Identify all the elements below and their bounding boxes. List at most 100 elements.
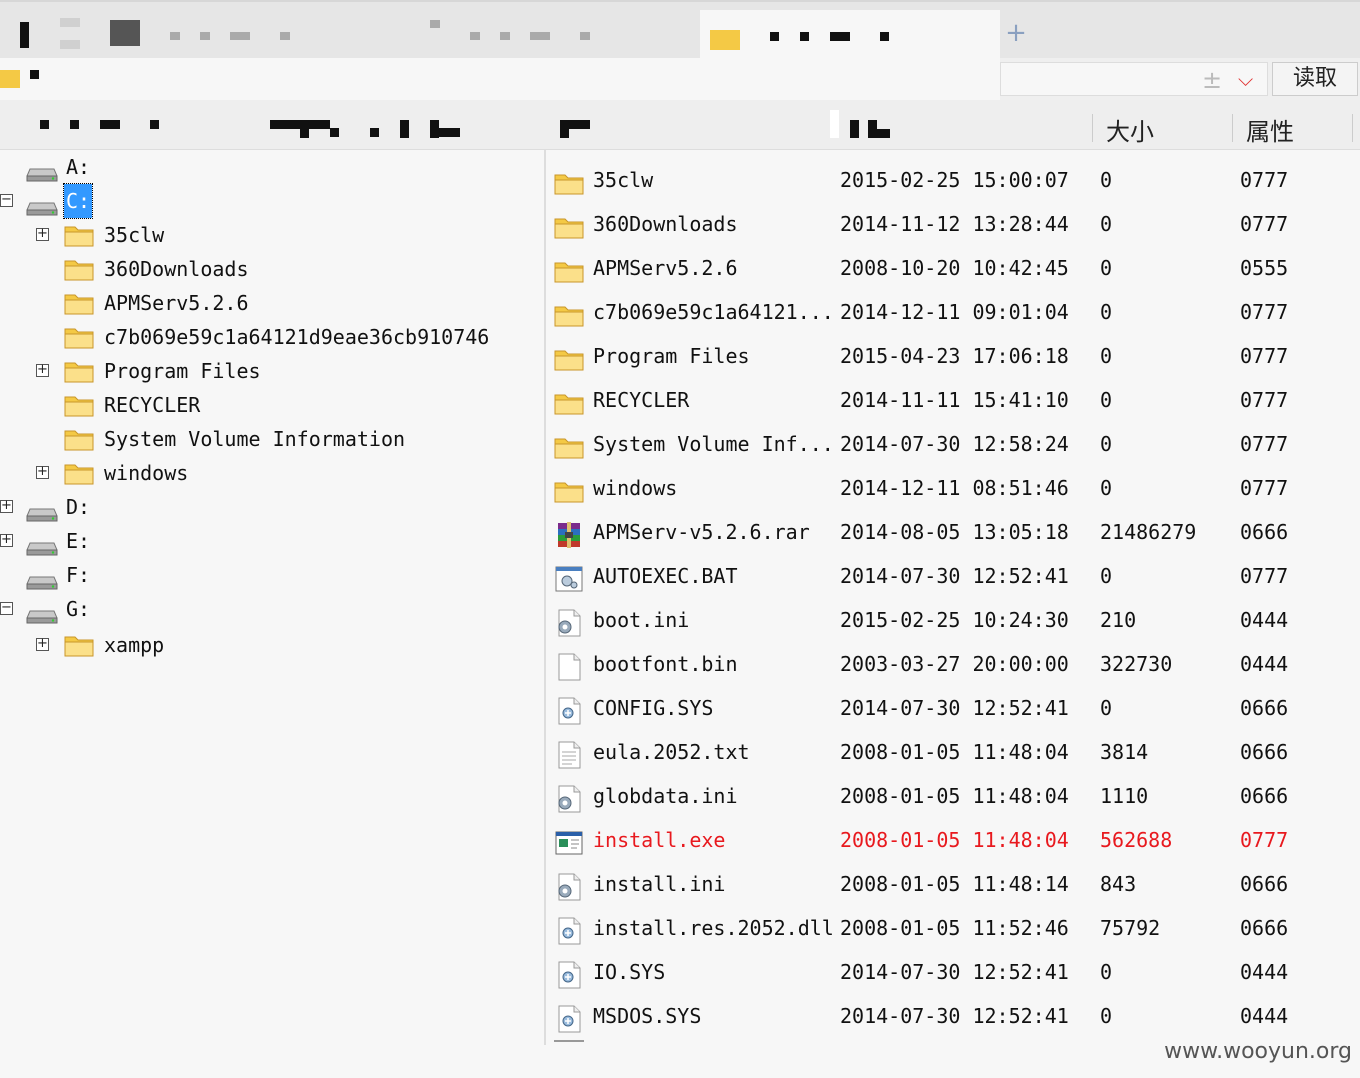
tab-bar: + [0,0,1360,60]
folder-icon [64,223,94,247]
tree-item[interactable]: + E: [0,524,544,558]
file-row[interactable]: Program Files 2015-04-23 17:06:18 0 0777 [546,330,1360,374]
tree-item[interactable]: +35clw [0,218,544,252]
file-row[interactable]: install.ini 2008-01-05 11:48:14 843 0666 [546,858,1360,902]
column-header-size[interactable]: 大小 [1106,112,1154,147]
tree-item-label: F: [66,563,91,587]
tree-item[interactable]: + Program Files [0,354,544,388]
address-input[interactable] [1000,62,1268,96]
expand-icon[interactable]: + [36,227,49,241]
expand-icon[interactable]: + [36,637,49,651]
tree-item[interactable]: + xampp [0,628,544,662]
expand-icon[interactable]: + [0,533,13,547]
file-size: 0 [1100,1004,1113,1028]
file-row[interactable]: RECYCLER 2014-11-11 15:41:10 0 0777 [546,374,1360,418]
file-row[interactable]: globdata.ini 2008-01-05 11:48:04 1110 0666 [546,770,1360,814]
tree-item[interactable]: APMServ5.2.6 [0,286,544,320]
folder-icon [64,257,94,281]
tree-item-label: System Volume Information [104,427,406,451]
tree-item[interactable]: System Volume Information [0,422,544,456]
path-bar[interactable] [0,58,1000,100]
system-file-icon [554,693,584,725]
column-header-date[interactable] [830,110,890,138]
tab-2[interactable] [420,10,700,60]
tree-item-label: A: [66,155,91,179]
file-row-partial[interactable] [554,1040,584,1045]
expand-icon[interactable]: + [0,499,13,513]
drive-icon [26,567,58,590]
tree-item[interactable]: F: [0,558,544,592]
file-row[interactable]: bootfont.bin 2003-03-27 20:00:00 322730 044… [546,638,1360,682]
new-tab-button[interactable]: + [1005,20,1027,46]
drive-icon [26,533,58,556]
column-header-name[interactable] [560,120,590,138]
tree-item-label: 35clw [104,223,165,247]
address-row: ± ⌵ [0,58,1360,100]
read-button[interactable]: 读取 [1272,62,1358,96]
drive-icon [26,499,58,522]
file-row[interactable]: eula.2052.txt 2008-01-05 11:48:04 3814 0666 [546,726,1360,770]
folder-icon [64,359,94,383]
system-file-icon [554,1001,584,1033]
folder-icon [554,429,584,459]
file-row[interactable]: install.res.2052.dll 2008-01-05 11:52:46 7… [546,902,1360,946]
folder-icon [554,165,584,195]
folder-icon [554,473,584,503]
file-row[interactable]: boot.ini 2015-02-25 10:24:30 210 0444 [546,594,1360,638]
tab-1[interactable] [0,10,420,60]
tree-item[interactable]: + windows [0,456,544,490]
expand-icon[interactable]: + [36,465,49,479]
tree-item-label: xampp [104,633,165,657]
file-row[interactable]: MSDOS.SYS 2014-07-30 12:52:41 0 0444 [546,990,1360,1034]
settings-file-icon [554,781,584,813]
file-row[interactable]: AUTOEXEC.BAT 2014-07-30 12:52:41 0 0777 [546,550,1360,594]
tree-item-label: APMServ5.2.6 [104,291,249,315]
file-row[interactable]: install.exe 2008-01-05 11:48:04 562688 0777 [546,814,1360,858]
tree-item[interactable]: A: [0,150,544,184]
batch-file-icon [554,561,584,592]
system-file-icon [554,957,584,989]
file-date: 2014-07-30 12:52:41 [840,1004,1069,1028]
column-header: 大小 属性 [0,100,1360,150]
tree-item[interactable]: + D: [0,490,544,524]
file-row[interactable]: IO.SYS 2014-07-30 12:52:41 0 0444 [546,946,1360,990]
collapse-icon[interactable]: − [0,193,13,207]
tab-active[interactable] [700,10,1000,60]
expand-icon[interactable]: + [36,363,49,377]
folder-icon [64,633,94,657]
tree-item[interactable]: − C: [0,183,544,219]
tree-item-label: Program Files [104,359,261,383]
rar-archive-icon [554,517,584,548]
system-file-icon [554,913,584,945]
file-row[interactable]: CONFIG.SYS 2014-07-30 12:52:41 0 0666 [546,682,1360,726]
tree-item[interactable]: 360Downloads [0,252,544,286]
file-row[interactable]: windows 2014-12-11 08:51:46 0 0777 [546,462,1360,506]
drive-icon [26,159,58,182]
settings-file-icon [554,869,584,901]
file-attr: 0444 [1240,1004,1289,1028]
folder-icon [554,385,584,415]
tree-item[interactable]: − G: [0,592,544,626]
file-row[interactable]: c7b069e59c1a64121... 2014-12-11 09:01:04 0… [546,286,1360,330]
executable-icon [554,825,584,855]
chevron-down-icon[interactable]: ⌵ [1238,67,1253,91]
file-row[interactable]: 360Downloads 2014-11-12 13:28:44 0 0777 [546,198,1360,242]
tree-item-label: D: [66,495,91,519]
settings-file-icon [554,605,584,637]
file-row[interactable]: 35clw 2015-02-25 15:00:07 0 0777 [546,154,1360,198]
file-row[interactable]: System Volume Inf... 2014-07-30 12:58:24 0… [546,418,1360,462]
tree-item-label: RECYCLER [104,393,201,417]
folder-icon [64,325,94,349]
folder-icon [710,30,740,50]
file-row[interactable]: APMServ5.2.6 2008-10-20 10:42:45 0 0555 [546,242,1360,286]
column-header-attr[interactable]: 属性 [1246,112,1294,147]
tree-item-label: c7b069e59c1a64121d9eae36cb910746 [104,325,490,349]
file-row[interactable]: APMServ-v5.2.6.rar 2014-08-05 13:05:18 214… [546,506,1360,550]
tree-item[interactable]: RECYCLER [0,388,544,422]
plus-icon[interactable]: ± [1202,66,1222,94]
tree-item[interactable]: c7b069e59c1a64121d9eae36cb910746 [0,320,544,354]
text-file-icon [554,737,584,769]
collapse-icon[interactable]: − [0,601,13,615]
folder-icon [554,209,584,239]
file-list: 35clw 2015-02-25 15:00:07 0 0777 360Download… [546,150,1360,1045]
